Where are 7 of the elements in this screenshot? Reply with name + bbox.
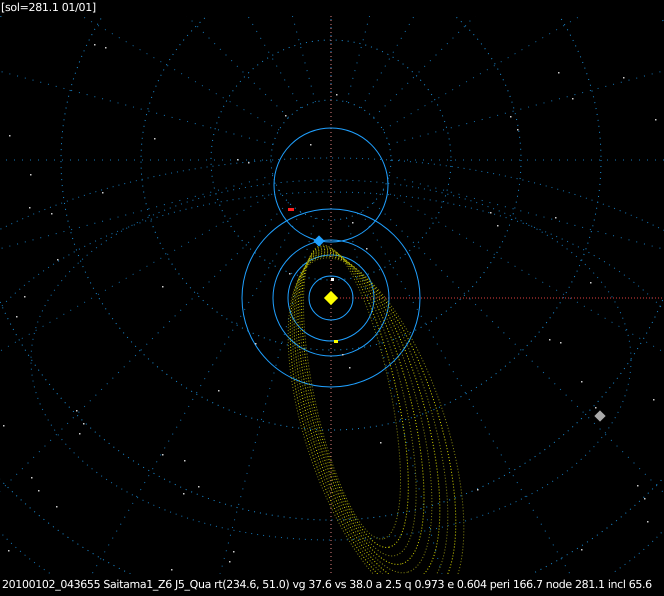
orbit-caption: 20100102_043655 Saitama1_Z6 J5_Qua rt(234.6, 51.0) vg 37.6 vs 38.0 a 2.5 q 0.973 e 0.604 peri 166.7 node 281.1 incl 65.6: [2, 578, 652, 591]
planet-marker: [334, 340, 338, 343]
planet-marker: [288, 208, 294, 211]
earth-marker: [313, 235, 325, 247]
header-label: [sol=281.1 01/01]: [1, 1, 96, 14]
planet-marker: [331, 278, 334, 281]
object-marker: [594, 410, 606, 422]
